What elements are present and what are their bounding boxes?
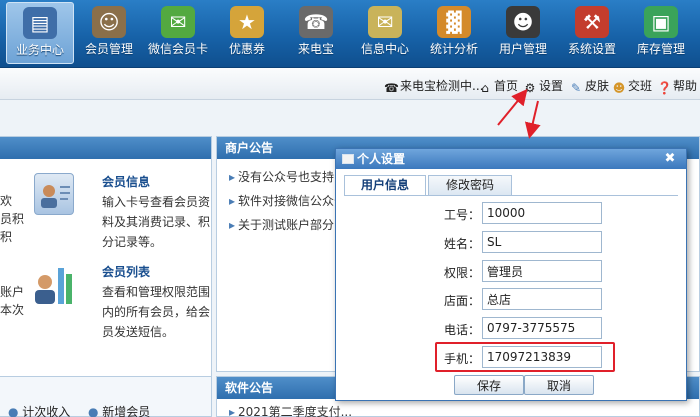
toolbar: ☎来电宝检测中... ⌂ 首页 ⚙ 设置 ✎ 皮肤 ☻ 交班 ❓帮助 — [0, 68, 700, 100]
field-role: 权限： — [336, 260, 686, 282]
coupon-icon: ★ — [230, 6, 264, 38]
inventory-icon: ▣ — [644, 6, 678, 38]
notice-item[interactable]: 没有公众号也支持 — [229, 168, 334, 185]
nav-label: 会员管理 — [84, 42, 133, 56]
gear-icon: ⚙ — [524, 81, 536, 95]
nav-item-member[interactable]: ☺ 会员管理 — [75, 2, 143, 64]
mobile-highlight-box — [435, 342, 615, 372]
name-input[interactable] — [482, 231, 602, 253]
cut-text-4: 账户 — [0, 285, 25, 299]
role-input[interactable] — [482, 260, 602, 282]
member-info-desc: 输入卡号查看会员资料及其消费记录、积分记录等。 — [102, 195, 211, 249]
nav-label: 优惠券 — [228, 42, 265, 56]
nav-label: 用户管理 — [498, 42, 547, 56]
nav-item-phone[interactable]: ☎ 来电宝 — [282, 2, 350, 64]
save-button[interactable]: 保存 — [454, 375, 524, 395]
member-icon: ☺ — [92, 6, 126, 38]
skin-link[interactable]: ✎ 皮肤 — [569, 77, 609, 95]
close-icon[interactable]: ✖ — [662, 151, 678, 166]
nav-label: 业务中心 — [15, 43, 64, 57]
field-employee-id: 工号： — [336, 202, 686, 224]
notice-item[interactable]: 关于测试账户部分 — [229, 216, 334, 233]
member-list-title[interactable]: 会员列表 — [102, 263, 150, 280]
business-icon: ▤ — [23, 7, 57, 39]
nav-item-inventory[interactable]: ▣ 库存管理 — [627, 2, 695, 64]
cut-text-2: 员积 — [0, 212, 25, 226]
nav-label: 统计分析 — [429, 42, 478, 56]
cut-text-3: 积 — [0, 230, 13, 244]
notice-item[interactable]: 软件对接微信公众号 — [229, 192, 346, 209]
notice-item[interactable]: 2021第二季度支付... — [229, 403, 352, 417]
member-info-title[interactable]: 会员信息 — [102, 173, 150, 190]
personal-settings-dialog: 个人设置 ✖ 用户信息 修改密码 工号： 姓名： 权限： 店面： 电话： 手机：… — [335, 148, 687, 401]
nav-label: 系统设置 — [567, 42, 616, 56]
cancel-button[interactable]: 取消 — [524, 375, 594, 395]
top-navigation: ▤ 业务中心 ☺ 会员管理 ✉ 微信会员卡 ★ 优惠券 ☎ 来电宝 ✉ 信息中心 ▓ 统计分析 ☻ 用户管理 ⚒… — [0, 0, 700, 68]
nav-label: 来电宝 — [297, 42, 334, 56]
wechat-icon: ✉ — [161, 6, 195, 38]
left-bottom-bar: ● 计次收入 ● 新增会员 — [0, 376, 212, 417]
home-link[interactable]: ⌂ 首页 — [478, 77, 518, 95]
chart-icon: ▓ — [437, 6, 471, 38]
member-card-icon[interactable] — [34, 173, 74, 215]
brush-icon: ✎ — [570, 81, 582, 95]
field-store: 店面： — [336, 288, 686, 310]
business-panel: 欢 员积 积 账户 本次 会员信息 输入卡号查看会员资料及其消费记录、积分记录等… — [0, 136, 212, 417]
user-icon: ☻ — [506, 6, 540, 38]
tab-change-password[interactable]: 修改密码 — [428, 175, 512, 195]
cut-text-5: 本次 — [0, 303, 25, 317]
people-icon: ☻ — [612, 81, 626, 95]
dialog-header: 个人设置 ✖ — [336, 149, 686, 169]
settings-link[interactable]: ⚙ 设置 — [523, 77, 563, 95]
phone-detect-status[interactable]: ☎来电宝检测中... — [384, 77, 483, 95]
nav-item-message[interactable]: ✉ 信息中心 — [351, 2, 419, 64]
phone-input[interactable] — [482, 317, 602, 339]
nav-item-wechat[interactable]: ✉ 微信会员卡 — [144, 2, 212, 64]
panel-header — [0, 137, 211, 159]
cut-text-1: 欢 — [0, 194, 13, 208]
message-icon: ✉ — [368, 6, 402, 38]
member-list-desc: 查看和管理权限范围内的所有会员，给会员发送短信。 — [102, 285, 211, 339]
store-input[interactable] — [482, 288, 602, 310]
tab-divider — [344, 195, 678, 196]
phone-icon: ☎ — [299, 6, 333, 38]
nav-item-coupon[interactable]: ★ 优惠券 — [213, 2, 281, 64]
nav-item-user[interactable]: ☻ 用户管理 — [489, 2, 557, 64]
window-icon — [342, 154, 354, 164]
nav-item-tools[interactable]: ⚒ 系统设置 — [558, 2, 626, 64]
help-icon: ❓ — [657, 81, 672, 95]
field-phone: 电话： — [336, 317, 686, 339]
nav-label: 信息中心 — [360, 42, 409, 56]
tools-icon: ⚒ — [575, 6, 609, 38]
phone-icon: ☎ — [384, 81, 399, 95]
field-name: 姓名： — [336, 231, 686, 253]
nav-item-business[interactable]: ▤ 业务中心 — [6, 2, 74, 64]
nav-label: 库存管理 — [636, 42, 685, 56]
shift-link[interactable]: ☻ 交班 — [612, 77, 652, 95]
employee-id-input[interactable] — [482, 202, 602, 224]
help-link[interactable]: ❓帮助 — [657, 77, 697, 95]
new-member-link[interactable]: ● 新增会员 — [88, 403, 150, 417]
tab-user-info[interactable]: 用户信息 — [344, 175, 426, 196]
arrow-to-dialog — [524, 100, 541, 139]
member-list-icon[interactable] — [30, 264, 72, 306]
count-income-link[interactable]: ● 计次收入 — [8, 403, 70, 417]
home-icon: ⌂ — [481, 81, 489, 95]
nav-label: 微信会员卡 — [147, 42, 208, 56]
nav-item-chart[interactable]: ▓ 统计分析 — [420, 2, 488, 64]
